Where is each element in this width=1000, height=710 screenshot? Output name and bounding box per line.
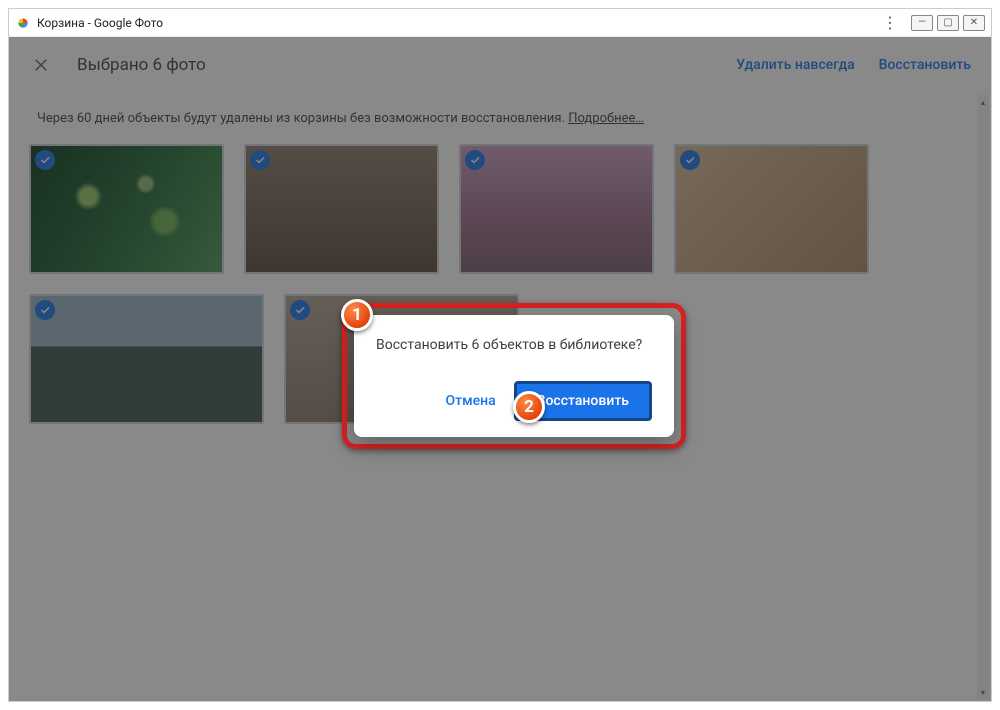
app-content: Выбрано 6 фото Удалить навсегда Восстано… bbox=[9, 37, 991, 701]
maximize-button[interactable]: ▢ bbox=[937, 15, 959, 31]
dialog-message: Восстановить 6 объектов в библиотеке? bbox=[376, 337, 652, 353]
google-photos-icon bbox=[15, 15, 31, 31]
close-window-button[interactable]: ✕ bbox=[963, 15, 985, 31]
annotation-step-1: 1 bbox=[341, 299, 373, 331]
window-controls: ⋮ — ▢ ✕ bbox=[882, 13, 985, 32]
app-window: Корзина - Google Фото ⋮ — ▢ ✕ Выбрано 6 … bbox=[8, 8, 992, 702]
restore-dialog-wrap: Восстановить 6 объектов в библиотеке? От… bbox=[354, 315, 674, 437]
kebab-icon[interactable]: ⋮ bbox=[882, 13, 897, 32]
restore-dialog: Восстановить 6 объектов в библиотеке? От… bbox=[354, 315, 674, 437]
titlebar: Корзина - Google Фото ⋮ — ▢ ✕ bbox=[9, 9, 991, 37]
window-title: Корзина - Google Фото bbox=[37, 16, 882, 30]
minimize-button[interactable]: — bbox=[911, 15, 933, 31]
annotation-step-2: 2 bbox=[513, 391, 545, 423]
dialog-cancel-button[interactable]: Отмена bbox=[435, 385, 505, 417]
